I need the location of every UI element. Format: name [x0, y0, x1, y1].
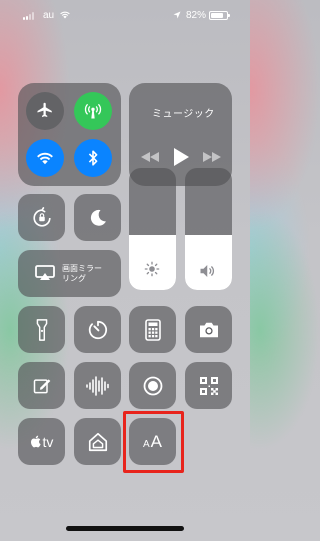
notes-pencil-icon	[33, 378, 50, 393]
timer-icon	[88, 320, 107, 339]
screen-mirroring-label: 画面ミラー リング	[62, 264, 102, 283]
screen-mirroring-icon	[35, 265, 55, 280]
volume-slider[interactable]	[185, 168, 232, 290]
bluetooth-toggle[interactable]	[74, 139, 112, 177]
brightness-slider[interactable]	[129, 168, 176, 290]
play-icon[interactable]	[173, 148, 189, 166]
flashlight-button[interactable]	[18, 306, 65, 353]
home-button[interactable]	[74, 418, 121, 465]
status-bar: au 82%	[0, 0, 250, 30]
screen-recording-button[interactable]	[129, 362, 176, 409]
airplane-mode-toggle[interactable]	[26, 92, 64, 130]
music-controls	[141, 148, 221, 166]
home-icon	[88, 432, 107, 451]
fast-forward-icon[interactable]	[203, 152, 221, 162]
battery-percent: 82%	[186, 10, 207, 21]
calculator-icon	[144, 318, 161, 341]
apple-tv-label: tv	[42, 433, 54, 450]
cellular-data-toggle[interactable]	[74, 92, 112, 130]
speaker-icon	[200, 265, 214, 277]
apple-tv-remote-button[interactable]: tv	[18, 418, 65, 465]
rotation-lock-icon	[32, 206, 51, 227]
camera-icon	[199, 322, 218, 337]
brightness-icon	[144, 261, 160, 277]
rewind-icon[interactable]	[141, 152, 159, 162]
notes-button[interactable]	[18, 362, 65, 409]
wifi-toggle[interactable]	[26, 139, 64, 177]
wifi-status-icon	[60, 11, 70, 19]
qr-code-icon	[199, 376, 218, 395]
apple-logo-icon	[30, 435, 41, 448]
location-icon	[173, 11, 181, 19]
qr-code-scanner-button[interactable]	[185, 362, 232, 409]
text-size-highlight-box	[123, 411, 184, 473]
battery-icon	[209, 11, 230, 20]
carrier-label: au	[43, 10, 55, 21]
airplane-icon	[37, 102, 52, 117]
signal-strength-icon	[23, 12, 34, 20]
wifi-icon	[37, 152, 53, 165]
music-title: ミュージック	[152, 109, 215, 120]
moon-icon	[90, 209, 106, 226]
waveform-icon	[85, 375, 109, 396]
bluetooth-icon	[88, 150, 98, 166]
do-not-disturb-button[interactable]	[74, 194, 121, 241]
record-icon	[143, 376, 162, 395]
antenna-icon	[84, 103, 102, 119]
home-indicator[interactable]	[66, 526, 184, 531]
calculator-button[interactable]	[129, 306, 176, 353]
rotation-lock-button[interactable]	[18, 194, 65, 241]
timer-button[interactable]	[74, 306, 121, 353]
camera-button[interactable]	[185, 306, 232, 353]
voice-memos-button[interactable]	[74, 362, 121, 409]
flashlight-icon	[36, 318, 47, 341]
